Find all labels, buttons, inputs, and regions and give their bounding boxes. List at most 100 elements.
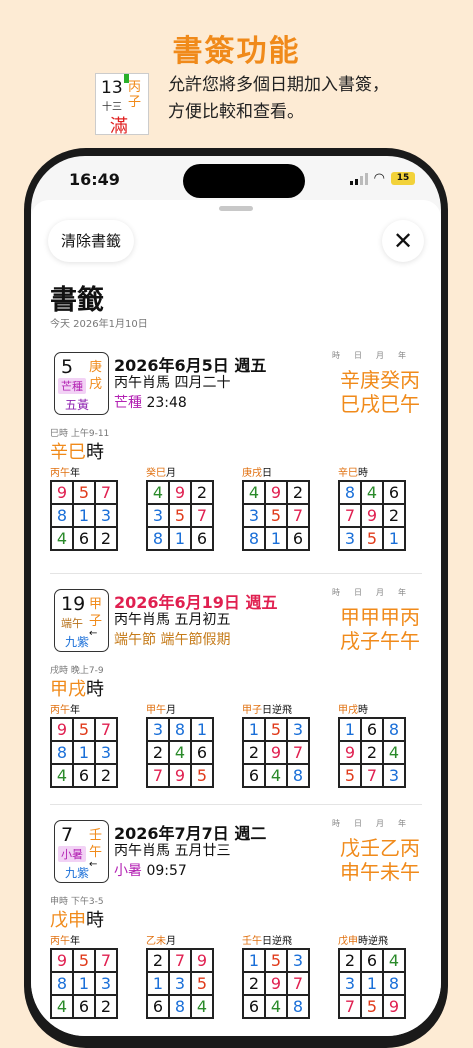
star-cell: 7 — [147, 764, 169, 787]
star-cell: 9 — [265, 481, 287, 504]
nine-star-chart[interactable]: 甲戌時 1 6 8 9 2 4 5 7 3 — [338, 701, 418, 788]
star-cell: 8 — [287, 995, 309, 1018]
star-cell: 1 — [73, 972, 95, 995]
star-cell: 5 — [73, 718, 95, 741]
chart-type: 月 — [166, 468, 176, 479]
star-grid: 957813462 — [50, 480, 118, 551]
star-cell: 3 — [243, 504, 265, 527]
bookmark-entry[interactable]: 5 庚戌芒種 五黃 2026年6月5日 週五 丙午肖馬 四月二十 芒種 23:48 時日月年… — [50, 351, 422, 556]
star-cell: 8 — [169, 995, 191, 1018]
nine-star-chart[interactable]: 丙午年 9 5 7 8 1 3 4 6 2 — [50, 701, 130, 788]
star-cell: 3 — [383, 764, 405, 787]
hour-pillar: 甲戌時 — [50, 675, 104, 701]
pillar-labels: 時日月年 — [332, 588, 420, 597]
date-card[interactable]: 7 壬午小暑 九紫 ← — [54, 820, 109, 883]
phone-screen: 16:49 ◠ 15 清除書籤 ✕ 書籤 今天 2026年1月10日 5 庚戌芒種… — [31, 156, 441, 1036]
star-cell: 1 — [265, 527, 287, 550]
page-title: 書籤 — [50, 285, 104, 316]
divider — [50, 573, 422, 574]
status-indicators: ◠ 15 — [349, 171, 415, 186]
nine-star-chart[interactable]: 丙午年 9 5 7 8 1 3 4 6 2 — [50, 932, 130, 1019]
star-cell: 2 — [191, 481, 213, 504]
battery-icon: 15 — [391, 172, 415, 185]
date-card-term: 端午 — [61, 617, 83, 630]
app-icon-day: 13 — [101, 78, 123, 98]
today-date: 今天 2026年1月10日 — [50, 319, 148, 330]
solar-term: 小暑 — [114, 863, 142, 879]
star-cell: 8 — [383, 718, 405, 741]
star-cell: 4 — [265, 995, 287, 1018]
star-cell: 6 — [361, 949, 383, 972]
star-cell: 5 — [339, 764, 361, 787]
close-button[interactable]: ✕ — [382, 220, 424, 262]
star-cell: 3 — [95, 741, 117, 764]
date-card-term: 小暑 — [58, 846, 86, 862]
date-card[interactable]: 5 庚戌芒種 五黃 — [54, 352, 109, 415]
chart-type: 日逆飛 — [262, 705, 292, 716]
star-cell: 4 — [243, 481, 265, 504]
star-cell: 8 — [169, 718, 191, 741]
reverse-arrow-icon: ← — [89, 628, 98, 639]
star-cell: 8 — [339, 481, 361, 504]
chart-label: 丙午年 — [50, 464, 130, 479]
star-cell: 3 — [339, 972, 361, 995]
nine-star-chart[interactable]: 壬午日逆飛 1 5 3 2 9 7 6 4 8 — [242, 932, 322, 1019]
star-cell: 9 — [339, 741, 361, 764]
star-grid: 381246795 — [146, 717, 214, 788]
chart-type: 月 — [166, 936, 176, 947]
star-cell: 3 — [95, 972, 117, 995]
date-card[interactable]: 19 甲子端午 九紫 ← — [54, 589, 109, 652]
star-cell: 2 — [361, 741, 383, 764]
close-icon: ✕ — [392, 227, 414, 255]
hour-suffix: 時 — [86, 442, 104, 463]
star-cell: 6 — [243, 995, 265, 1018]
star-cell: 1 — [361, 972, 383, 995]
nine-star-chart[interactable]: 癸巳月 4 9 2 3 5 7 8 1 6 — [146, 464, 226, 551]
star-cell: 4 — [51, 527, 73, 550]
nine-star-chart[interactable]: 丙午年 9 5 7 8 1 3 4 6 2 — [50, 464, 130, 551]
star-cell: 5 — [361, 995, 383, 1018]
star-cell: 2 — [243, 741, 265, 764]
bookmark-entry[interactable]: 19 甲子端午 九紫 ← 2026年6月19日 週五 丙午肖馬 五月初五 端午節 端午節假期… — [50, 573, 422, 793]
star-cell: 9 — [51, 949, 73, 972]
star-cell: 3 — [95, 504, 117, 527]
star-cell: 2 — [339, 949, 361, 972]
solar-term-line: 小暑 09:57 — [114, 860, 187, 880]
sheet-grabber[interactable] — [219, 206, 253, 211]
star-cell: 6 — [191, 741, 213, 764]
star-cell: 7 — [95, 718, 117, 741]
nine-star-chart[interactable]: 庚戌日 4 9 2 3 5 7 8 1 6 — [242, 464, 322, 551]
star-cell: 5 — [191, 764, 213, 787]
star-cell: 7 — [287, 504, 309, 527]
clear-bookmarks-button[interactable]: 清除書籤 — [48, 220, 135, 262]
chart-type: 日 — [262, 468, 272, 479]
star-cell: 3 — [287, 949, 309, 972]
star-cell: 6 — [361, 718, 383, 741]
bookmark-entry[interactable]: 7 壬午小暑 九紫 ← 2026年7月7日 週二 丙午肖馬 五月廿三 小暑 09:57 時日月… — [50, 804, 422, 1024]
nine-star-chart[interactable]: 甲子日逆飛 1 5 3 2 9 7 6 4 8 — [242, 701, 322, 788]
star-cell: 9 — [191, 949, 213, 972]
hour-suffix: 時 — [86, 910, 104, 931]
star-grid: 492357816 — [242, 480, 310, 551]
nine-star-chart[interactable]: 戊申時逆飛 2 6 4 3 1 8 7 5 9 — [338, 932, 418, 1019]
nine-star-chart[interactable]: 乙未月 2 7 9 1 3 5 6 8 4 — [146, 932, 226, 1019]
chart-type: 年 — [70, 936, 80, 947]
date-number: 19 — [61, 593, 86, 615]
star-cell: 1 — [73, 504, 95, 527]
nine-star-chart[interactable]: 辛巳時 8 4 6 7 9 2 3 5 1 — [338, 464, 418, 551]
status-time: 16:49 — [69, 170, 120, 189]
star-grid: 492357816 — [146, 480, 214, 551]
star-cell: 7 — [95, 481, 117, 504]
hour-suffix: 時 — [86, 679, 104, 700]
star-cell: 5 — [361, 527, 383, 550]
lunar-date: 丙午肖馬 五月廿三 — [114, 843, 231, 859]
promo-desc-line2: 方便比較和查看。 — [168, 102, 304, 122]
nine-star-chart[interactable]: 甲午月 3 8 1 2 4 6 7 9 5 — [146, 701, 226, 788]
pillar-labels: 時日月年 — [332, 819, 420, 828]
chart-label: 乙未月 — [146, 932, 226, 947]
chart-ganzhi: 庚戌 — [242, 468, 262, 479]
hour-ganzhi: 甲戌 — [50, 679, 86, 700]
hour-pillar: 戊申時 — [50, 906, 104, 932]
chart-label: 戊申時逆飛 — [338, 932, 418, 947]
star-cell: 1 — [169, 527, 191, 550]
